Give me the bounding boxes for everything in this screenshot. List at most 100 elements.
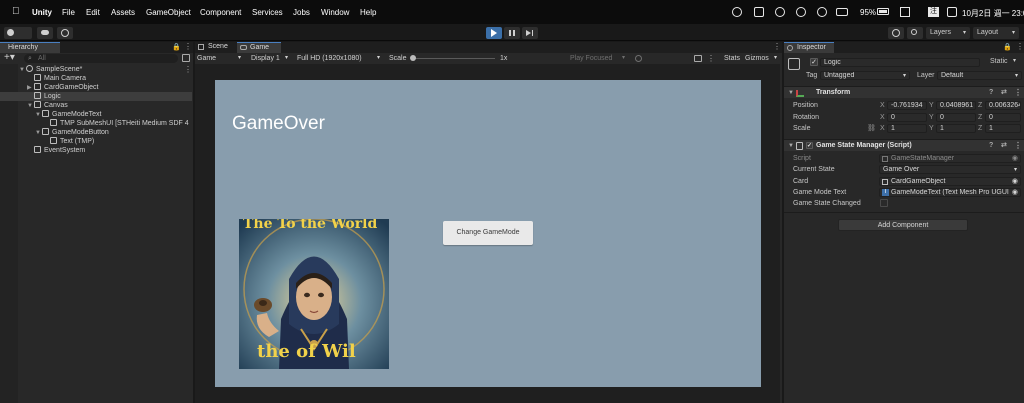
layer-dropdown[interactable]: Default ▾ bbox=[937, 71, 1022, 80]
step-button[interactable] bbox=[522, 27, 538, 39]
rotation-z-field[interactable]: 0 bbox=[985, 113, 1021, 122]
bug-icon[interactable] bbox=[635, 55, 642, 62]
object-name-field[interactable]: Logic bbox=[820, 58, 980, 67]
transform-header[interactable]: ▼ Transform ? ⇄ ⋮ bbox=[784, 86, 1024, 98]
menu-gameobject[interactable]: GameObject bbox=[146, 8, 191, 17]
battery-icon[interactable] bbox=[877, 8, 889, 15]
hierarchy-item-gamemodebutton[interactable]: ▼ GameModeButton bbox=[0, 128, 192, 137]
constrain-proportions-icon[interactable]: ⛓ bbox=[867, 124, 876, 132]
scale-y-field[interactable]: 1 bbox=[936, 124, 976, 133]
control-center-icon[interactable] bbox=[947, 7, 957, 17]
add-component-button[interactable]: Add Component bbox=[838, 219, 968, 231]
menu-window[interactable]: Window bbox=[321, 8, 349, 17]
rotation-y-field[interactable]: 0 bbox=[936, 113, 976, 122]
current-state-dropdown[interactable]: Game Over ▾ bbox=[879, 165, 1021, 174]
tab-inspector[interactable]: Inspector bbox=[784, 42, 834, 53]
more-options-icon[interactable]: ⋮ bbox=[1014, 87, 1022, 99]
position-z-field[interactable]: 0.0063264 bbox=[985, 101, 1021, 110]
card-field[interactable]: CardGameObject ◉ bbox=[879, 177, 1021, 186]
static-dropdown[interactable]: ▾ bbox=[1013, 57, 1016, 64]
scale-x-field[interactable]: 1 bbox=[887, 124, 927, 133]
preset-icon[interactable]: ⇄ bbox=[1001, 87, 1007, 99]
layout-dropdown[interactable]: Layout ▾ bbox=[973, 27, 1019, 39]
more-options-icon[interactable]: ⋮ bbox=[1016, 42, 1024, 51]
hierarchy-item-main-camera[interactable]: Main Camera bbox=[0, 74, 192, 83]
object-picker-icon[interactable]: ◉ bbox=[1011, 189, 1018, 196]
gizmos-dropdown[interactable]: Gizmos ▾ bbox=[745, 53, 781, 64]
status-grid-icon[interactable] bbox=[754, 7, 764, 17]
gameobject-icon bbox=[34, 92, 41, 99]
menu-component[interactable]: Component bbox=[200, 8, 241, 17]
audio-mute-icon[interactable] bbox=[694, 55, 702, 62]
scale-z-field[interactable]: 1 bbox=[985, 124, 1021, 133]
pause-button[interactable] bbox=[504, 27, 520, 39]
game-state-changed-checkbox[interactable] bbox=[880, 199, 888, 207]
status-menu-icon[interactable] bbox=[732, 7, 742, 17]
more-options-icon[interactable]: ⋮ bbox=[1014, 140, 1022, 152]
status-speed-icon[interactable] bbox=[796, 7, 806, 17]
menu-jobs[interactable]: Jobs bbox=[293, 8, 310, 17]
menu-app-unity[interactable]: Unity bbox=[32, 8, 52, 17]
hierarchy-item-eventsystem[interactable]: EventSystem bbox=[0, 146, 192, 155]
layers-dropdown[interactable]: Layers ▾ bbox=[926, 27, 970, 39]
tag-dropdown[interactable]: Untagged ▾ bbox=[820, 71, 910, 80]
lock-icon[interactable]: 🔒 bbox=[1003, 43, 1012, 51]
collab-button[interactable] bbox=[57, 27, 73, 39]
preset-icon[interactable]: ⇄ bbox=[1001, 140, 1007, 152]
play-focused-dropdown[interactable]: Play Focused ▾ bbox=[570, 53, 628, 64]
status-play-icon[interactable] bbox=[775, 7, 785, 17]
status-history-icon[interactable] bbox=[817, 7, 827, 17]
script-component-header[interactable]: ▼ ✓ Game State Manager (Script) ? ⇄ ⋮ bbox=[784, 139, 1024, 151]
play-button[interactable] bbox=[486, 27, 502, 39]
apple-icon[interactable]:  bbox=[12, 6, 20, 17]
scale-slider-handle[interactable] bbox=[410, 55, 416, 61]
cloud-button[interactable] bbox=[37, 27, 53, 39]
more-options-icon[interactable]: ⋮ bbox=[707, 53, 715, 64]
more-options-icon[interactable]: ⋮ bbox=[184, 65, 192, 74]
display-dropdown[interactable]: Display 1 ▾ bbox=[251, 53, 291, 64]
lock-icon[interactable]: 🔒 bbox=[172, 43, 181, 51]
change-gamemode-button[interactable]: Change GameMode bbox=[443, 221, 533, 245]
menu-edit[interactable]: Edit bbox=[86, 8, 100, 17]
menu-services[interactable]: Services bbox=[252, 8, 283, 17]
help-icon[interactable]: ? bbox=[989, 87, 993, 99]
scale-slider[interactable] bbox=[410, 55, 495, 61]
stats-button[interactable]: Stats bbox=[724, 53, 740, 64]
game-mode-text-field[interactable]: T GameModeText (Text Mesh Pro UGUI ◉ bbox=[879, 188, 1021, 197]
search-button[interactable] bbox=[907, 27, 923, 39]
hierarchy-item-samplescene[interactable]: ▼ SampleScene* ⋮ bbox=[0, 65, 192, 74]
hierarchy-item-cardgameobject[interactable]: ▶ CardGameObject bbox=[0, 83, 192, 92]
tab-scene[interactable]: Scene bbox=[195, 42, 237, 53]
rotation-x-field[interactable]: 0 bbox=[887, 113, 927, 122]
resolution-dropdown[interactable]: Full HD (1920x1080) ▾ bbox=[297, 53, 383, 64]
status-car-icon[interactable] bbox=[836, 8, 848, 16]
hierarchy-item-gamemodetext[interactable]: ▼ GameModeText bbox=[0, 110, 192, 119]
collapse-arrow-icon[interactable]: ▼ bbox=[788, 87, 794, 99]
more-options-icon[interactable]: ⋮ bbox=[773, 42, 781, 51]
hierarchy-filter-icon[interactable] bbox=[182, 54, 190, 62]
hierarchy-search-input[interactable]: ⌕ All bbox=[24, 54, 178, 63]
component-enabled-checkbox[interactable]: ✓ bbox=[806, 142, 813, 149]
hierarchy-item-text-tmp[interactable]: Text (TMP) bbox=[0, 137, 192, 146]
menu-assets[interactable]: Assets bbox=[111, 8, 135, 17]
position-x-field[interactable]: -0.761934 bbox=[887, 101, 927, 110]
game-mode-dropdown[interactable]: Game ▾ bbox=[196, 53, 244, 64]
collapse-arrow-icon[interactable]: ▼ bbox=[788, 140, 794, 152]
add-icon[interactable]: +▾ bbox=[4, 53, 15, 63]
hierarchy-item-tmp-submeshui[interactable]: TMP SubMeshUI [STHeiti Medium SDF 4 bbox=[0, 119, 192, 128]
menu-file[interactable]: File bbox=[62, 8, 75, 17]
wifi-icon[interactable] bbox=[900, 7, 910, 17]
help-icon[interactable]: ? bbox=[989, 140, 993, 152]
more-options-icon[interactable]: ⋮ bbox=[184, 42, 192, 51]
input-method-icon[interactable]: 注 bbox=[928, 7, 939, 17]
object-picker-icon[interactable]: ◉ bbox=[1012, 178, 1018, 185]
account-icon bbox=[7, 29, 14, 36]
position-y-field[interactable]: 0.0408961 bbox=[936, 101, 976, 110]
menu-help[interactable]: Help bbox=[360, 8, 376, 17]
hierarchy-item-canvas[interactable]: ▼ Canvas bbox=[0, 101, 192, 110]
tab-game[interactable]: Game bbox=[237, 42, 281, 53]
hierarchy-item-logic[interactable]: Logic bbox=[0, 92, 192, 101]
undo-history-button[interactable] bbox=[888, 27, 904, 39]
active-checkbox[interactable]: ✓ bbox=[810, 58, 818, 66]
account-dropdown[interactable] bbox=[4, 27, 32, 39]
